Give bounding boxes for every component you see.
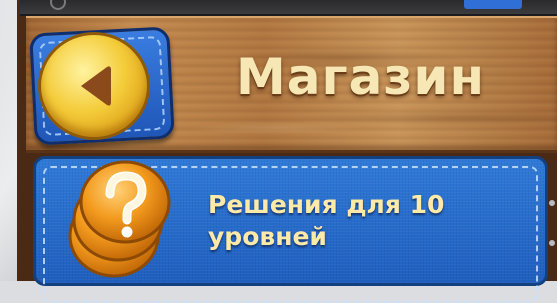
- top-strip: [20, 0, 557, 16]
- side-bolt: [549, 240, 555, 246]
- back-arrow-icon: [38, 32, 150, 140]
- store-item-label-line2: уровней: [208, 222, 327, 251]
- info-icon: [50, 0, 66, 10]
- page-title: Магазин: [236, 48, 485, 106]
- store-item-label-line1: Решения для 10: [208, 190, 445, 219]
- side-bolt: [549, 200, 555, 206]
- back-button[interactable]: [29, 26, 180, 146]
- hint-question-coins-icon: [68, 160, 171, 278]
- top-strip-tab: [464, 0, 522, 9]
- store-item-label: Решения для 10 уровней: [208, 189, 528, 253]
